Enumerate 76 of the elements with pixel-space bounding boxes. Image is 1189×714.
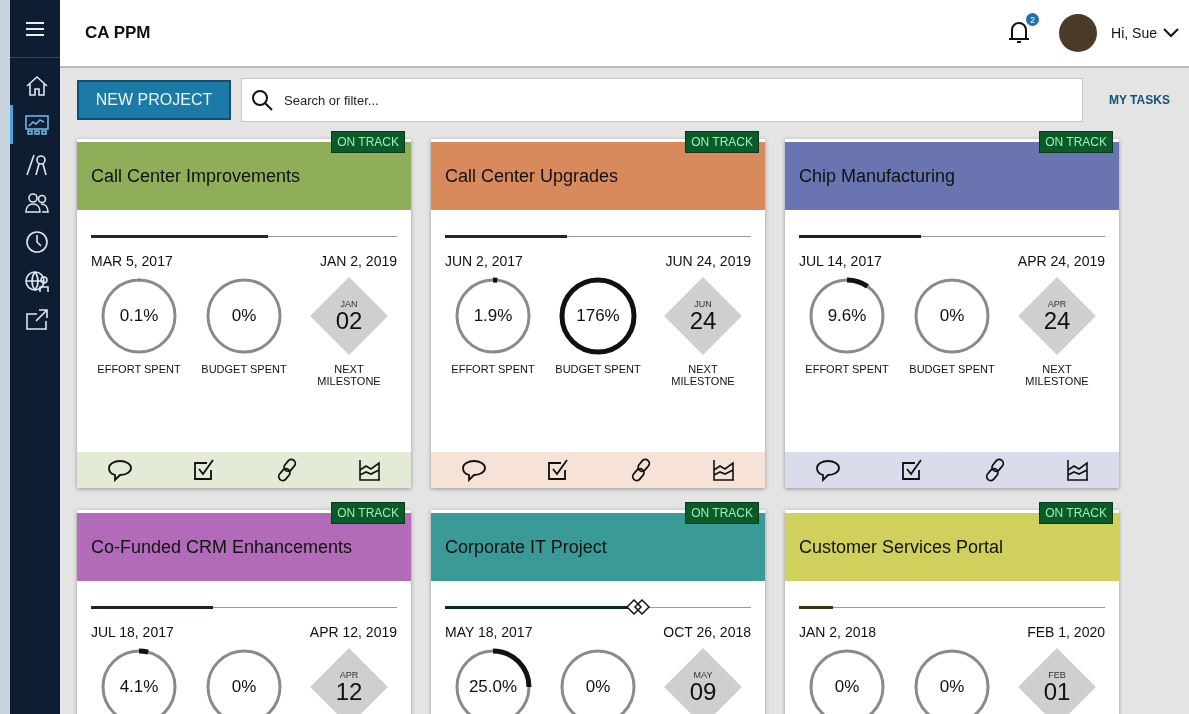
end-date: FEB 1, 2020 [1027, 624, 1105, 640]
metric-label: BUDGET SPENT [554, 363, 642, 375]
status-badge: ON TRACK [685, 502, 759, 524]
comment-icon[interactable] [814, 458, 841, 482]
chevron-down-icon [1163, 28, 1179, 38]
checkbox-icon[interactable] [899, 458, 924, 482]
metric-value: 0% [585, 677, 611, 697]
avatar[interactable] [1059, 14, 1098, 52]
project-name: Chip Manufacturing [799, 165, 956, 187]
metric-value: 1.9% [473, 306, 513, 326]
metric-value: 0% [939, 677, 965, 697]
metric-value: 176% [576, 306, 620, 326]
status-badge: ON TRACK [331, 502, 405, 524]
comment-icon[interactable] [106, 458, 133, 482]
status-badge: ON TRACK [1039, 131, 1113, 153]
status-badge: ON TRACK [331, 131, 405, 153]
status-badge: ON TRACK [1039, 502, 1113, 524]
user-menu[interactable]: Hi, Sue [1111, 25, 1179, 41]
milestone-day: 01 [1043, 680, 1071, 704]
end-date: APR 24, 2019 [1017, 253, 1105, 269]
metric-value: 4.1% [119, 677, 159, 697]
milestone-month: MAY [693, 670, 713, 680]
metric-value: 9.6% [827, 306, 867, 326]
metric-label: EFFORT SPENT [96, 363, 182, 375]
project-name: Call Center Upgrades [445, 165, 619, 187]
start-date: MAR 5, 2017 [91, 253, 173, 269]
status-badge: ON TRACK [685, 131, 759, 153]
start-date: MAY 18, 2017 [445, 624, 533, 640]
milestone-month: APR [1047, 299, 1067, 309]
checkbox-icon[interactable] [545, 458, 570, 482]
milestone-day: 02 [335, 309, 363, 333]
checkbox-icon[interactable] [191, 458, 216, 482]
end-date: APR 12, 2019 [309, 624, 397, 640]
notification-badge: 2 [1026, 13, 1040, 26]
project-name: Co-Funded CRM Enhancements [91, 536, 353, 558]
metric-value: 25.0% [468, 677, 518, 697]
app-title: CA PPM [85, 23, 152, 43]
project-name: Customer Services Portal [799, 536, 1004, 558]
area-chart-icon[interactable] [1065, 458, 1090, 482]
metric-label: NEXT MILESTONE [670, 363, 736, 387]
milestone-month: FEB [1048, 670, 1066, 680]
new-project-button[interactable]: NEW PROJECT [77, 80, 231, 120]
end-date: OCT 26, 2018 [663, 624, 751, 640]
metric-label: EFFORT SPENT [804, 363, 890, 375]
start-date: JUN 2, 2017 [445, 253, 523, 269]
end-date: JAN 2, 2019 [319, 253, 397, 269]
metric-value: 0.1% [119, 306, 159, 326]
milestone-month: APR [339, 670, 359, 680]
start-date: JUL 14, 2017 [799, 253, 882, 269]
area-chart-icon[interactable] [711, 458, 736, 482]
metric-label: EFFORT SPENT [450, 363, 536, 375]
milestone-day: 24 [1043, 309, 1071, 333]
metric-value: 0% [231, 677, 257, 697]
milestone-day: 24 [689, 309, 717, 333]
project-name: Call Center Improvements [91, 165, 301, 187]
metric-label: BUDGET SPENT [200, 363, 288, 375]
comment-icon[interactable] [460, 458, 487, 482]
my-tasks-link[interactable]: MY TASKS [1109, 93, 1170, 107]
metric-label: NEXT MILESTONE [316, 363, 382, 387]
metric-value: 0% [939, 306, 965, 326]
milestone-day: 09 [689, 680, 717, 704]
metric-label: NEXT MILESTONE [1024, 363, 1090, 387]
milestone-marker-icon [624, 598, 653, 616]
metric-value: 0% [231, 306, 257, 326]
milestone-month: JUN [694, 299, 712, 309]
area-chart-icon[interactable] [357, 458, 382, 482]
project-name: Corporate IT Project [445, 536, 607, 558]
start-date: JUL 18, 2017 [91, 624, 174, 640]
milestone-day: 12 [335, 680, 363, 704]
metric-value: 0% [834, 677, 860, 697]
milestone-month: JAN [340, 299, 358, 309]
metric-label: BUDGET SPENT [908, 363, 996, 375]
search-icon [251, 89, 273, 111]
end-date: JUN 24, 2019 [665, 253, 751, 269]
start-date: JAN 2, 2018 [799, 624, 877, 640]
search-field[interactable]: Search or filter... [241, 78, 1083, 122]
